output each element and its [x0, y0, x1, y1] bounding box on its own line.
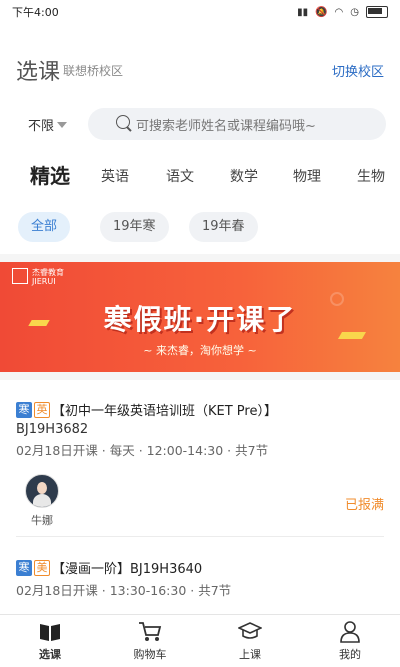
course-card[interactable]: 寒 英 【初中一年级英语培训班（KET Pre）】 BJ19H3682 02月1…	[0, 400, 400, 530]
course-title-line: 寒 美 【漫画一阶】BJ19H3640	[16, 558, 202, 577]
header: 选课 联想桥校区 切换校区	[0, 52, 400, 86]
course-title-line: 寒 英 【初中一年级英语培训班（KET Pre）】	[16, 400, 277, 419]
wifi-icon: ◠	[334, 6, 344, 18]
avatar-body	[33, 494, 51, 507]
tab-featured[interactable]: 精选	[30, 160, 70, 189]
divider	[0, 372, 400, 380]
course-title: 【漫画一阶】BJ19H3640	[52, 562, 203, 577]
course-schedule: 02月18日开课 · 每天 · 12:00-14:30 · 共7节	[16, 443, 269, 458]
tab-english[interactable]: 英语	[101, 166, 129, 186]
tab-chinese[interactable]: 语文	[166, 166, 194, 186]
search-placeholder: 可搜索老师姓名或课程编码哦~	[136, 118, 316, 134]
signal-icon: ▮▮	[297, 6, 309, 18]
tab-label: 选课	[39, 648, 61, 661]
alarm-icon: ◷	[350, 6, 359, 18]
tab-select-course[interactable]: 选课	[20, 621, 80, 662]
avatar-face	[37, 482, 47, 494]
page-title: 选课	[16, 60, 61, 85]
course-code: BJ19H3682	[16, 422, 89, 437]
user-icon	[338, 621, 362, 643]
graduation-cap-icon	[237, 621, 263, 643]
tab-physics[interactable]: 物理	[293, 166, 321, 186]
divider	[0, 254, 400, 262]
triangle-down-icon	[57, 121, 68, 128]
status-bar: 下午4:00 ▮▮ 🔕 ◠ ◷	[0, 0, 400, 24]
search-input[interactable]: 可搜索老师姓名或课程编码哦~	[88, 108, 386, 140]
tab-label: 购物车	[133, 648, 167, 661]
cart-icon	[138, 621, 162, 643]
brand-logo-text: 杰睿教育 JIERUI	[32, 268, 64, 286]
season-tag: 寒	[16, 401, 32, 418]
subject-tag: 英	[34, 401, 50, 418]
season-tag: 寒	[16, 559, 32, 576]
course-schedule: 02月18日开课 · 13:30-16:30 · 共7节	[16, 583, 232, 598]
filter-dropdown[interactable]: 不限	[28, 115, 68, 134]
tab-math[interactable]: 数学	[230, 166, 258, 186]
book-icon	[38, 621, 62, 643]
status-badge: 已报满	[344, 498, 384, 513]
status-time: 下午4:00	[12, 6, 59, 19]
subject-tabs: 精选 英语 语文 数学 物理 生物	[0, 160, 400, 190]
banner-headline: 寒假班·开课了	[103, 303, 297, 336]
search-icon	[116, 115, 130, 129]
search-row: 不限 可搜索老师姓名或课程编码哦~	[0, 108, 400, 140]
chip-all[interactable]: 全部	[18, 212, 71, 242]
promo-banner[interactable]: 杰睿教育 JIERUI 寒假班·开课了 ~ 来杰睿，淘你想学 ~	[0, 262, 400, 372]
tab-label: 上课	[239, 648, 261, 661]
teacher-name: 牛娜	[31, 514, 53, 527]
mute-icon: 🔕	[315, 6, 328, 18]
season-filter: 全部 19年寒 19年春	[0, 212, 400, 244]
course-card[interactable]: 寒 美 【漫画一阶】BJ19H3640 02月18日开课 · 13:30-16:…	[0, 558, 400, 608]
tab-mine[interactable]: 我的	[320, 621, 380, 662]
course-title: 【初中一年级英语培训班（KET Pre）】	[52, 404, 277, 419]
divider	[16, 536, 384, 537]
bottom-tab-bar: 选课 购物车 上课 我的	[0, 614, 400, 667]
avatar[interactable]	[25, 474, 59, 508]
status-icons: ▮▮ 🔕 ◠ ◷	[297, 6, 388, 18]
battery-icon	[366, 6, 388, 18]
campus-name: 联想桥校区	[63, 64, 124, 78]
brand-logo-icon	[12, 268, 28, 284]
tab-cart[interactable]: 购物车	[120, 621, 180, 662]
subject-tag: 美	[34, 559, 50, 576]
banner-subtitle: ~ 来杰睿，淘你想学 ~	[143, 344, 257, 357]
tab-biology[interactable]: 生物	[357, 166, 385, 186]
tab-label: 我的	[339, 648, 361, 661]
filter-label: 不限	[28, 119, 55, 134]
tab-class[interactable]: 上课	[220, 621, 280, 662]
chip-19-winter[interactable]: 19年寒	[100, 212, 169, 242]
chip-19-spring[interactable]: 19年春	[189, 212, 258, 242]
switch-campus-button[interactable]: 切换校区	[332, 61, 384, 80]
